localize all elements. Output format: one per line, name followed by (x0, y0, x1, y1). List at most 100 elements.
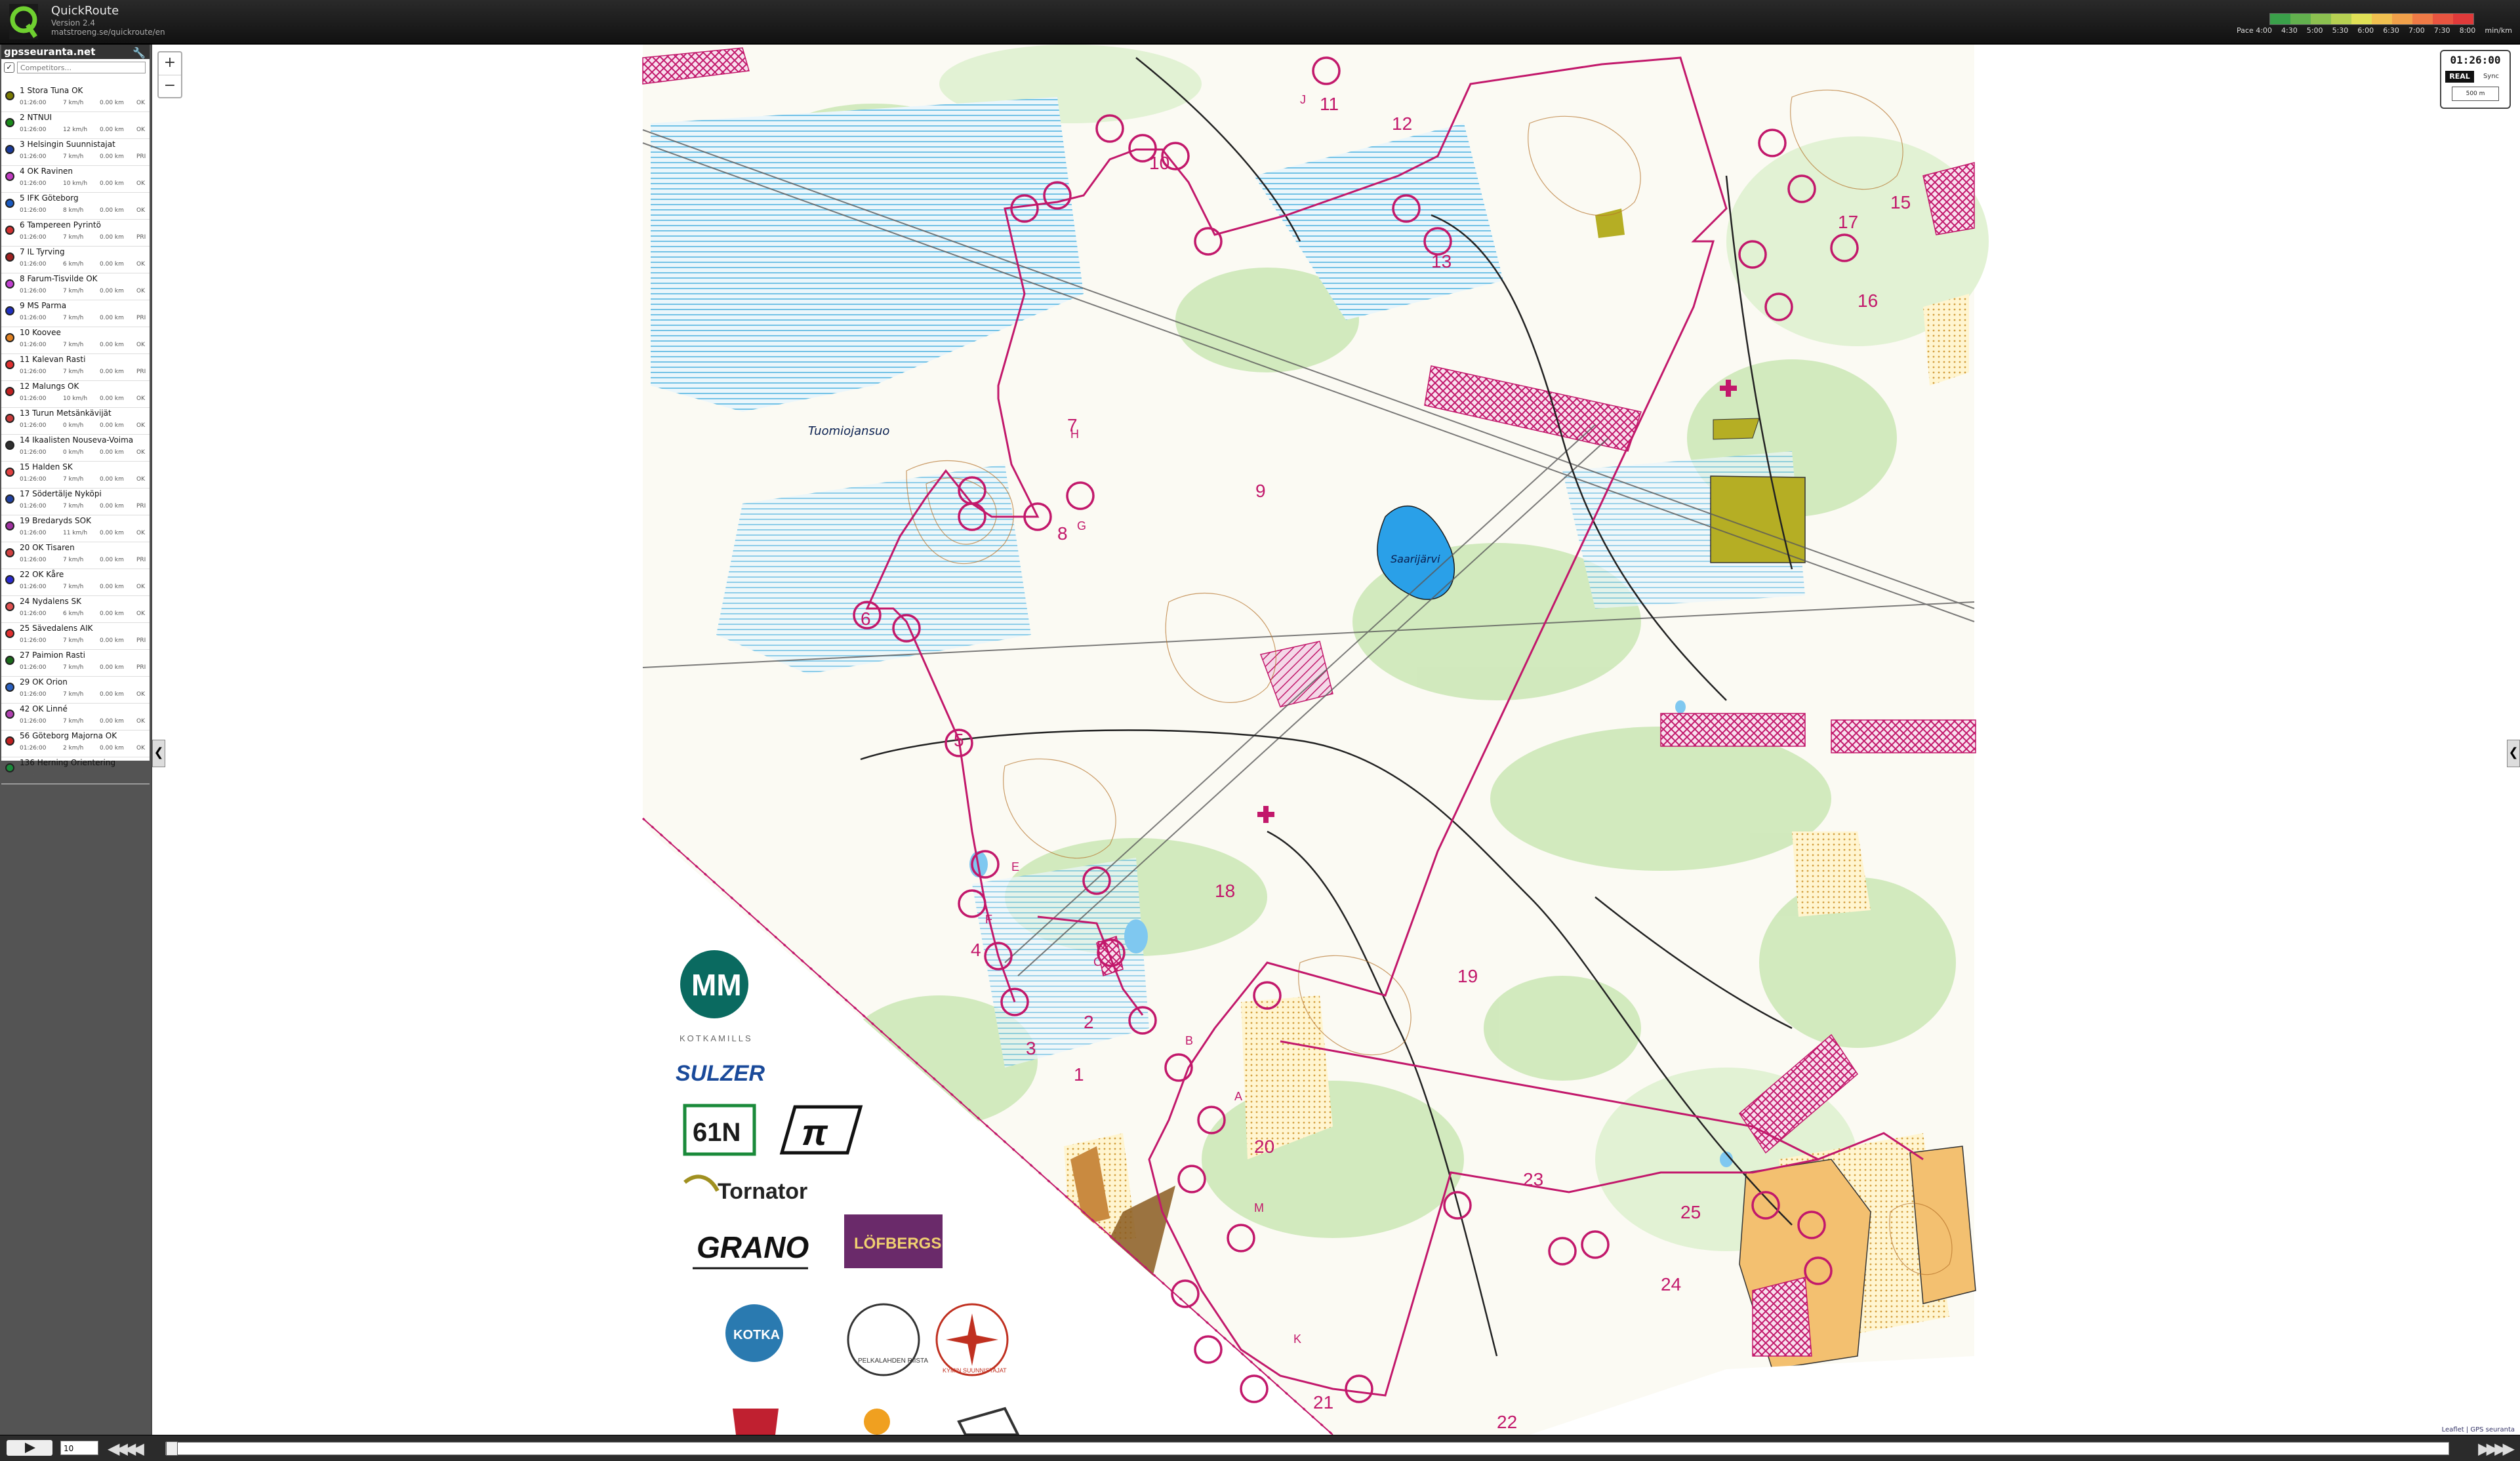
competitor-color-icon[interactable] (5, 629, 14, 638)
competitor-row[interactable]: 17 Södertälje Nyköpi 01:26:00 7 km/h 0.00 k… (1, 489, 150, 515)
competitor-color-icon[interactable] (5, 91, 14, 100)
clock-panel: 01:26:00 REAL Sync 500 m (2440, 50, 2511, 109)
map-scale: 500 m (2452, 87, 2499, 101)
competitor-speed: 6 km/h (63, 261, 84, 268)
pace-label: 8:00 (2459, 26, 2476, 35)
sync-button[interactable]: Sync (2477, 71, 2506, 83)
competitor-row[interactable]: 20 OK Tisaren 01:26:00 7 km/h 0.00 km PRI (1, 542, 150, 569)
competitor-color-icon[interactable] (5, 360, 14, 369)
competitor-row[interactable]: 11 Kalevan Rasti 01:26:00 7 km/h 0.00 km PRI (1, 354, 150, 381)
svg-text:B: B (1185, 1034, 1193, 1047)
competitor-color-icon[interactable] (5, 683, 14, 692)
fast-forward-icon[interactable]: ▶▶▶▶ (2478, 1439, 2515, 1458)
competitor-color-icon[interactable] (5, 602, 14, 611)
playback-speed-select[interactable]: 10 (60, 1441, 98, 1455)
svg-text:PELKALAHDEN RIISTA: PELKALAHDEN RIISTA (858, 1357, 928, 1365)
competitor-color-icon[interactable] (5, 736, 14, 746)
expand-right-panel-button[interactable]: ❮ (2507, 740, 2520, 767)
competitor-color-icon[interactable] (5, 387, 14, 396)
wrench-icon[interactable]: 🔧 (132, 46, 146, 60)
competitor-status: PRI (136, 153, 146, 160)
playback-bar: 10 ◀◀◀◀ ▶▶▶▶ (0, 1435, 2520, 1461)
competitor-color-icon[interactable] (5, 763, 14, 772)
svg-text:M: M (1254, 1201, 1264, 1214)
rewind-icon[interactable]: ◀◀◀◀ (108, 1439, 144, 1458)
competitor-row[interactable]: 7 IL Tyrving 01:26:00 6 km/h 0.00 km OK (1, 247, 150, 273)
competitor-color-icon[interactable] (5, 575, 14, 584)
competitor-distance: 0.00 km (100, 691, 124, 698)
pace-color-swatch (2392, 14, 2412, 24)
competitor-row[interactable]: 42 OK Linné 01:26:00 7 km/h 0.00 km OK (1, 704, 150, 730)
competitor-row[interactable]: 24 Nydalens SK 01:26:00 6 km/h 0.00 km OK (1, 596, 150, 623)
competitor-row[interactable]: 13 Turun Metsänkävijät 01:26:00 0 km/h 0.00… (1, 408, 150, 435)
competitor-color-icon[interactable] (5, 279, 14, 289)
competitor-row[interactable]: 3 Helsingin Suunnistajat 01:26:00 7 km/h 0.… (1, 139, 150, 166)
competitor-row[interactable]: 22 OK Kåre 01:26:00 7 km/h 0.00 km OK (1, 569, 150, 596)
competitor-row[interactable]: 14 Ikaalisten Nouseva-Voima 01:26:00 0 km/… (1, 435, 150, 462)
competitor-row[interactable]: 27 Paimion Rasti 01:26:00 7 km/h 0.00 km PRI (1, 650, 150, 677)
competitor-color-icon[interactable] (5, 521, 14, 530)
orienteering-map[interactable]: Saarijärvi Tuomiojansuo 1 2 3 4 5 6 7 8 … (152, 45, 2520, 1435)
competitor-color-icon[interactable] (5, 199, 14, 208)
play-button[interactable] (7, 1440, 52, 1456)
timeline-handle[interactable] (166, 1441, 178, 1456)
competitor-name: 15 Halden SK (20, 462, 73, 471)
competitor-row[interactable]: 25 Sävedalens AIK 01:26:00 7 km/h 0.00 km PR… (1, 623, 150, 650)
competitor-status: PRI (136, 557, 146, 563)
map-attribution[interactable]: Leaflet | GPS seuranta (2439, 1426, 2517, 1433)
red-crest-logo (733, 1409, 779, 1435)
competitor-name: 17 Södertälje Nyköpi (20, 489, 102, 498)
competitor-row[interactable]: 12 Malungs OK 01:26:00 10 km/h 0.00 km OK (1, 381, 150, 408)
competitor-color-icon[interactable] (5, 306, 14, 315)
competitor-status: OK (136, 261, 145, 268)
competitor-row[interactable]: 6 Tampereen Pyrintö 01:26:00 7 km/h 0.00 km… (1, 220, 150, 247)
pace-color-swatch (2311, 14, 2331, 24)
competitor-color-icon[interactable] (5, 494, 14, 504)
competitor-status: OK (136, 745, 145, 751)
competitor-time: 01:26:00 (20, 369, 47, 375)
competitor-row[interactable]: 10 Koovee 01:26:00 7 km/h 0.00 km OK (1, 327, 150, 354)
competitor-color-icon[interactable] (5, 441, 14, 450)
zoom-in-button[interactable]: + (159, 52, 181, 75)
map-view[interactable]: Saarijärvi Tuomiojansuo 1 2 3 4 5 6 7 8 … (152, 45, 2520, 1435)
competitor-speed: 7 km/h (63, 100, 84, 106)
competitor-row[interactable]: 15 Halden SK 01:26:00 7 km/h 0.00 km OK (1, 462, 150, 489)
svg-text:10: 10 (1149, 153, 1169, 173)
competitor-row[interactable]: 1 Stora Tuna OK 01:26:00 7 km/h 0.00 km OK (1, 85, 150, 112)
competitor-status: OK (136, 772, 145, 778)
competitor-color-icon[interactable] (5, 333, 14, 342)
competitor-row[interactable]: 4 OK Ravinen 01:26:00 10 km/h 0.00 km OK (1, 166, 150, 193)
competitor-color-icon[interactable] (5, 118, 14, 127)
competitor-row[interactable]: 19 Bredaryds SOK 01:26:00 11 km/h 0.00 km OK (1, 515, 150, 542)
competitor-status: OK (136, 422, 145, 429)
competitor-time: 01:26:00 (20, 637, 47, 644)
collapse-sidebar-button[interactable]: ❮ (152, 740, 165, 767)
competitor-status: PRI (136, 664, 146, 671)
competitor-row[interactable]: 8 Farum-Tisvilde OK 01:26:00 7 km/h 0.00 km… (1, 273, 150, 300)
competitor-row[interactable]: 2 NTNUI 01:26:00 12 km/h 0.00 km OK (1, 112, 150, 139)
competitor-color-icon[interactable] (5, 548, 14, 557)
competitor-color-icon[interactable] (5, 226, 14, 235)
timeline-slider[interactable] (165, 1441, 2449, 1456)
competitor-color-icon[interactable] (5, 414, 14, 423)
real-time-button[interactable]: REAL (2445, 71, 2474, 83)
competitor-row[interactable]: 56 Göteborg Majorna OK 01:26:00 2 km/h 0.00… (1, 730, 150, 757)
svg-text:KYMIN SUUNNISTAJAT: KYMIN SUUNNISTAJAT (943, 1367, 1007, 1374)
zoom-out-button[interactable]: − (159, 75, 181, 98)
competitor-color-icon[interactable] (5, 252, 14, 262)
competitor-distance: 0.00 km (100, 234, 124, 241)
competitor-row[interactable]: 29 OK Orion 01:26:00 7 km/h 0.00 km OK (1, 677, 150, 704)
svg-text:12: 12 (1392, 113, 1412, 134)
competitor-search-input[interactable] (17, 62, 146, 73)
competitor-distance: 0.00 km (100, 422, 124, 429)
competitor-row[interactable]: 9 MS Parma 01:26:00 7 km/h 0.00 km PRI (1, 300, 150, 327)
competitor-color-icon[interactable] (5, 656, 14, 665)
competitor-row[interactable]: 5 IFK Göteborg 01:26:00 8 km/h 0.00 km OK (1, 193, 150, 220)
select-all-checkbox[interactable]: ✓ (4, 62, 14, 73)
competitor-color-icon[interactable] (5, 468, 14, 477)
competitor-color-icon[interactable] (5, 172, 14, 181)
competitor-row[interactable]: 136 Herning Orientering 01:26:00 0 km/h 0.0… (1, 757, 150, 784)
competitor-color-icon[interactable] (5, 145, 14, 154)
app-url[interactable]: matstroeng.se/quickroute/en (51, 28, 165, 37)
competitor-color-icon[interactable] (5, 710, 14, 719)
